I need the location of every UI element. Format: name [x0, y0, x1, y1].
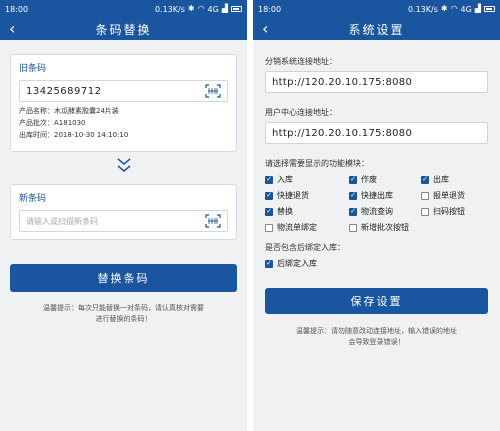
old-barcode-field[interactable]: 13425689712 [19, 80, 228, 102]
module-option[interactable]: ✓ 物流查询 [349, 206, 421, 217]
new-barcode-input[interactable] [26, 216, 196, 226]
module-option-label: 替换 [277, 207, 293, 216]
module-checkbox-grid: ✓ 入库 ✓ 作废 ✓ 出库 ✓ 快捷退货 ✓ 快捷出库 报单退货 ✓ 替换 ✓ 物流查询 扫码按钮物流单绑定… [265, 174, 488, 233]
back-arrow-icon[interactable]: ‹ [262, 20, 268, 38]
bluetooth-icon: ✱ [187, 4, 195, 13]
settings-tip: 温馨提示：请勿随意改动连接地址，输入错误的地址 会导致登录错误！ [265, 326, 488, 348]
module-option-label: 入库 [277, 175, 293, 184]
old-barcode-label: 旧条码 [19, 64, 47, 74]
old-barcode-card: 旧条码 13425689712 产品名称：木瓜酵素胶囊24片装 产品批次：A18… [10, 54, 237, 152]
checkbox[interactable]: ✓ [265, 175, 273, 184]
new-barcode-field[interactable] [19, 210, 228, 232]
module-option[interactable]: 物流单绑定 [265, 222, 349, 233]
replace-tip: 温馨提示：每次只能替换一对条码，请认真核对需要 进行替换的条码！ [14, 303, 233, 325]
module-option-label: 出库 [433, 175, 449, 184]
module-option[interactable]: ✓ 作废 [349, 174, 421, 185]
back-arrow-icon[interactable]: ‹ [9, 20, 15, 38]
user-url-label: 用户中心连接地址： [265, 108, 337, 117]
status-time: 18:00 [5, 4, 29, 14]
system-settings-screen: 18:00 0.13K/s ✱ ◠ 4G ▟ ‹ 系统设置 分销系统连接地址： … [253, 0, 500, 431]
double-chevron-down-icon [117, 158, 130, 172]
checkbox[interactable]: ✓ [349, 191, 357, 200]
wifi-icon: ◠ [450, 4, 458, 13]
signal-icon: ▟ [474, 4, 481, 13]
network-type: 4G [460, 4, 472, 14]
old-barcode-value: 13425689712 [26, 85, 102, 97]
module-option[interactable]: ✓ 出库 [421, 174, 493, 185]
post-storage-option-label: 后绑定入库 [277, 259, 317, 268]
checkbox[interactable] [265, 223, 273, 232]
battery-icon [231, 6, 242, 12]
checkbox[interactable]: ✓ [349, 207, 357, 216]
product-batch: 产品批次：A181030 [19, 119, 86, 127]
status-right: 0.13K/s ✱ ◠ 4G ▟ [408, 5, 495, 14]
checkbox[interactable] [421, 207, 429, 216]
network-type: 4G [207, 4, 219, 14]
proxy-url-label: 分销系统连接地址： [265, 57, 337, 66]
app-bar: ‹ 系统设置 [253, 18, 500, 40]
product-name: 产品名称：木瓜酵素胶囊24片装 [19, 107, 119, 115]
checkbox[interactable] [421, 191, 429, 200]
settings-tip-line2: 会导致登录错误！ [348, 338, 405, 346]
screenshot-root: 18:00 0.13K/s ✱ ◠ 4G ▟ ‹ 条码替换 旧条码 134256… [0, 0, 500, 431]
module-option[interactable]: 扫码按钮 [421, 206, 493, 217]
module-option-label: 新增批次按钮 [361, 223, 409, 232]
new-barcode-card: 新条码 [10, 184, 237, 240]
user-url-input[interactable]: http://120.20.10.175:8080 [265, 122, 488, 144]
page-title: 系统设置 [348, 22, 405, 37]
page-title: 条码替换 [95, 22, 152, 37]
scan-icon[interactable] [205, 214, 221, 228]
status-right: 0.13K/s ✱ ◠ 4G ▟ [155, 5, 242, 14]
checkbox[interactable]: ✓ [421, 175, 429, 184]
module-option-label: 快捷退货 [277, 191, 309, 200]
module-option[interactable]: ✓ 替换 [265, 206, 349, 217]
checkbox[interactable]: ✓ [265, 207, 273, 216]
module-option[interactable]: ✓ 快捷出库 [349, 190, 421, 201]
replace-tip-line1: 温馨提示：每次只能替换一对条码，请认真核对需要 [43, 304, 204, 312]
post-storage-option[interactable]: ✓ 后绑定入库 [265, 258, 488, 269]
network-speed: 0.13K/s [154, 4, 185, 14]
module-option-label: 报单退货 [433, 191, 465, 200]
module-option-label: 物流查询 [361, 207, 393, 216]
save-settings-button[interactable]: 保存设置 [265, 288, 488, 314]
replace-tip-line2: 进行替换的条码！ [95, 315, 152, 323]
checkbox[interactable]: ✓ [265, 259, 273, 268]
post-storage-label: 是否包含后绑定入库： [265, 243, 345, 252]
scan-icon[interactable] [205, 84, 221, 98]
signal-icon: ▟ [221, 4, 228, 13]
bluetooth-icon: ✱ [440, 4, 448, 13]
checkbox[interactable]: ✓ [349, 175, 357, 184]
status-time: 18:00 [258, 4, 282, 14]
battery-icon [484, 6, 495, 12]
module-option[interactable]: ✓ 快捷退货 [265, 190, 349, 201]
network-speed: 0.13K/s [407, 4, 438, 14]
module-option[interactable]: 新增批次按钮 [349, 222, 421, 233]
new-barcode-label: 新条码 [19, 194, 47, 204]
replace-barcode-button[interactable]: 替换条码 [10, 264, 237, 292]
module-option-label: 快捷出库 [361, 191, 393, 200]
module-option[interactable]: ✓ 入库 [265, 174, 349, 185]
wifi-icon: ◠ [197, 4, 205, 13]
app-bar: ‹ 条码替换 [0, 18, 247, 40]
status-bar: 18:00 0.13K/s ✱ ◠ 4G ▟ [0, 0, 247, 18]
module-option-label: 扫码按钮 [433, 207, 465, 216]
ship-time: 出库时间：2018-10-30 14:10:10 [19, 131, 129, 139]
checkbox[interactable] [349, 223, 357, 232]
module-option-label: 物流单绑定 [277, 223, 317, 232]
proxy-url-input[interactable]: http://120.20.10.175:8080 [265, 71, 488, 93]
barcode-replace-screen: 18:00 0.13K/s ✱ ◠ 4G ▟ ‹ 条码替换 旧条码 134256… [0, 0, 247, 431]
modules-label: 请选择需要显示的功能模块： [265, 159, 369, 168]
module-option[interactable]: 报单退货 [421, 190, 493, 201]
settings-tip-line1: 温馨提示：请勿随意改动连接地址，输入错误的地址 [296, 327, 457, 335]
checkbox[interactable]: ✓ [265, 191, 273, 200]
module-option-label: 作废 [361, 175, 377, 184]
status-bar: 18:00 0.13K/s ✱ ◠ 4G ▟ [253, 0, 500, 18]
